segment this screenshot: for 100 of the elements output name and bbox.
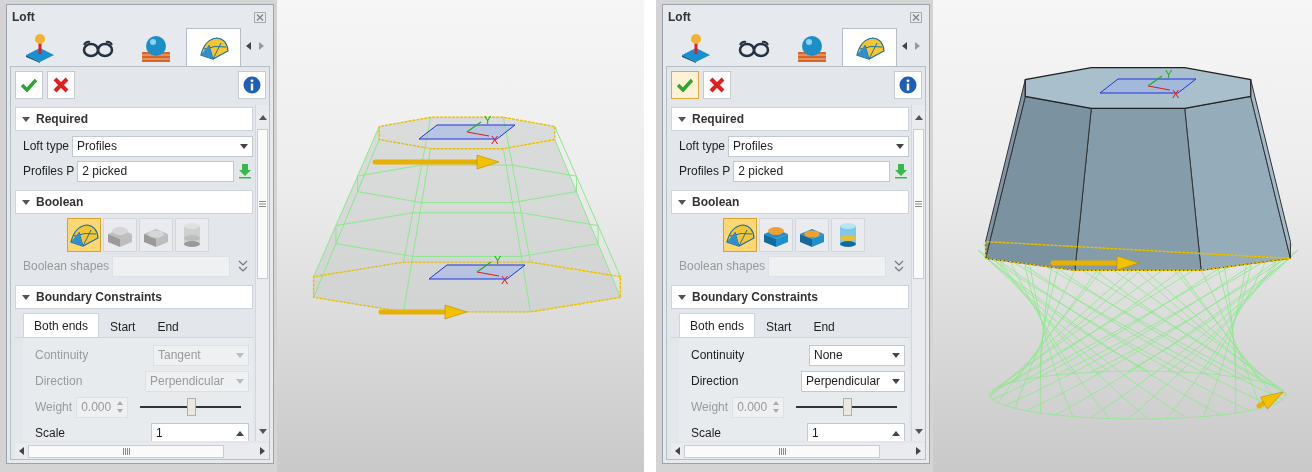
spin-field[interactable]: 1 — [807, 422, 905, 441]
expand-icon[interactable] — [237, 259, 249, 273]
collapse-icon — [678, 294, 686, 300]
tab[interactable]: End — [802, 316, 846, 337]
dropdown-field[interactable]: Perpendicular — [801, 370, 905, 392]
field-label: Direction — [35, 374, 83, 388]
spin-arrows-icon — [117, 401, 124, 413]
field-label: Profiles P — [679, 164, 731, 178]
download-icon[interactable] — [237, 163, 253, 179]
section-header[interactable]: Boolean — [671, 190, 909, 214]
tab[interactable]: Start — [755, 316, 803, 337]
section-header[interactable]: Boundary Constraints — [671, 285, 909, 309]
loft-surface-icon — [854, 34, 885, 61]
expand-icon[interactable] — [893, 259, 905, 273]
caret-icon — [896, 143, 904, 149]
field-label: Continuity — [691, 348, 745, 362]
scroll-left-icon — [675, 447, 680, 455]
scroll-down-icon — [258, 429, 267, 434]
scroll-right-icon — [915, 42, 920, 50]
scrollbar-thumb[interactable] — [257, 129, 268, 279]
ok-button[interactable] — [671, 71, 699, 99]
grip-icon — [915, 201, 922, 207]
field-label: Boolean shapes — [679, 259, 766, 273]
section-title: Boolean — [36, 195, 84, 209]
axis-label: X — [1172, 88, 1180, 100]
section-title: Required — [36, 112, 88, 126]
field-label: Scale — [691, 426, 722, 440]
direction-arrow — [1256, 391, 1284, 410]
ok-button[interactable] — [15, 71, 43, 99]
collapse-icon — [22, 199, 30, 205]
boolean-option-button[interactable] — [831, 218, 865, 252]
input-field[interactable]: 2 picked — [77, 160, 234, 182]
tab[interactable]: Start — [99, 316, 147, 337]
info-icon — [899, 76, 917, 94]
cancel-button[interactable] — [703, 71, 731, 99]
caret-icon — [892, 378, 900, 384]
section-title: Boundary Constraints — [36, 290, 162, 304]
collapse-icon — [678, 116, 686, 122]
dropdown-field[interactable]: Profiles — [728, 135, 909, 157]
field-label: Profiles P — [23, 164, 75, 178]
section-header[interactable]: Boundary Constraints — [15, 285, 253, 309]
cancel-button[interactable] — [47, 71, 75, 99]
collapse-icon — [22, 116, 30, 122]
panel-title: Loft — [668, 10, 691, 24]
section-header[interactable]: Required — [671, 107, 909, 131]
field-label: Direction — [691, 374, 739, 388]
scroll-right-icon — [916, 447, 921, 455]
scroll-right-icon — [259, 42, 264, 50]
field-label: Loft type — [23, 139, 70, 153]
boolean-option-button[interactable] — [759, 218, 793, 252]
grip-icon — [259, 201, 266, 207]
field-label: Continuity — [35, 348, 89, 362]
axis-label: X — [501, 274, 509, 286]
loft-surface-icon — [725, 222, 755, 248]
dropdown-field[interactable]: None — [809, 344, 905, 366]
download-icon[interactable] — [893, 163, 909, 179]
close-icon[interactable] — [910, 11, 922, 23]
collapse-icon — [678, 199, 686, 205]
boolean-option-button[interactable] — [67, 218, 101, 252]
scroll-right-icon — [260, 447, 265, 455]
section-header[interactable]: Required — [15, 107, 253, 131]
scroll-up-icon — [258, 115, 267, 120]
field-label: Loft type — [679, 139, 726, 153]
scroll-left-icon — [19, 447, 24, 455]
info-icon — [243, 76, 261, 94]
panel-title: Loft — [12, 10, 35, 24]
field-label: Weight — [35, 400, 73, 414]
close-icon — [709, 77, 725, 93]
scrollbar-thumb[interactable] — [28, 444, 224, 458]
checkmark-icon — [21, 78, 37, 92]
scrollbar-thumb[interactable] — [913, 129, 924, 279]
scroll-up-icon — [914, 115, 923, 120]
caret-icon — [236, 352, 244, 358]
boolean-option-button[interactable] — [795, 218, 829, 252]
tab[interactable]: Both ends — [23, 313, 100, 337]
scroll-left-icon — [246, 42, 251, 50]
tab[interactable]: Both ends — [679, 313, 756, 337]
dropdown-field[interactable]: Profiles — [72, 135, 253, 157]
section-title: Required — [692, 112, 744, 126]
info-button[interactable] — [894, 71, 922, 99]
input-field[interactable]: 2 picked — [733, 160, 890, 182]
caret-icon — [892, 352, 900, 358]
loft-surface-icon — [198, 34, 229, 61]
spin-up-icon — [892, 430, 900, 436]
close-icon[interactable] — [254, 11, 266, 23]
tab[interactable]: End — [146, 316, 190, 337]
section-header[interactable]: Boolean — [15, 190, 253, 214]
section-title: Boolean — [692, 195, 740, 209]
scrollbar-thumb[interactable] — [684, 444, 880, 458]
spin-arrows-icon — [773, 401, 780, 413]
field-label: Scale — [35, 426, 66, 440]
spin-up-icon — [236, 430, 244, 436]
collapse-icon — [22, 294, 30, 300]
boolean-option-button[interactable] — [723, 218, 757, 252]
checkmark-icon — [677, 78, 693, 92]
loft-surface-icon — [69, 222, 99, 248]
close-icon — [53, 77, 69, 93]
info-button[interactable] — [238, 71, 266, 99]
spin-field[interactable]: 1 — [151, 422, 249, 441]
scroll-left-icon — [902, 42, 907, 50]
